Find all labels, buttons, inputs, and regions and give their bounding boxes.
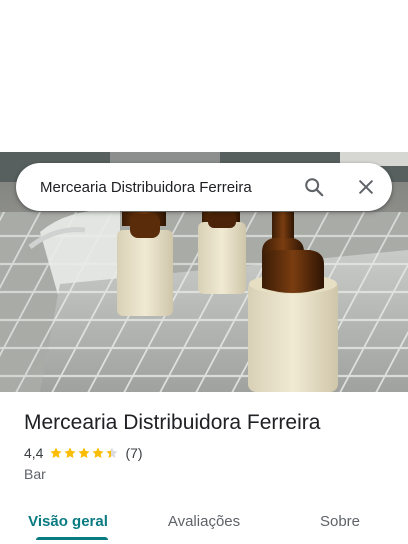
tab-bar: Visão geral Avaliações Sobre (0, 498, 408, 544)
place-info-panel: Mercearia Distribuidora Ferreira 4,4 (7)… (0, 392, 408, 544)
search-icon (305, 178, 324, 197)
tab-label: Avaliações (167, 512, 241, 530)
star-icon (50, 447, 63, 459)
active-tab-indicator (36, 537, 108, 540)
tab-overview[interactable]: Visão geral (0, 498, 136, 544)
close-button[interactable] (346, 167, 386, 207)
rating-row[interactable]: 4,4 (7) (24, 445, 143, 461)
rating-value: 4,4 (24, 445, 44, 461)
blank-area (0, 0, 408, 152)
tab-label: Sobre (319, 512, 361, 530)
star-icon (64, 447, 77, 459)
review-count[interactable]: (7) (125, 445, 142, 461)
star-icon (78, 447, 91, 459)
search-input[interactable]: Mercearia Distribuidora Ferreira (16, 179, 294, 196)
tab-reviews[interactable]: Avaliações (136, 498, 272, 544)
tab-about[interactable]: Sobre (272, 498, 408, 544)
star-icon (106, 447, 119, 459)
close-icon (359, 180, 373, 194)
tab-label: Visão geral (28, 512, 108, 530)
search-button[interactable] (294, 167, 334, 207)
search-bar[interactable]: Mercearia Distribuidora Ferreira (16, 163, 392, 211)
place-title: Mercearia Distribuidora Ferreira (24, 411, 321, 434)
star-icon (92, 447, 105, 459)
star-rating (49, 446, 119, 460)
place-category[interactable]: Bar (24, 466, 46, 482)
